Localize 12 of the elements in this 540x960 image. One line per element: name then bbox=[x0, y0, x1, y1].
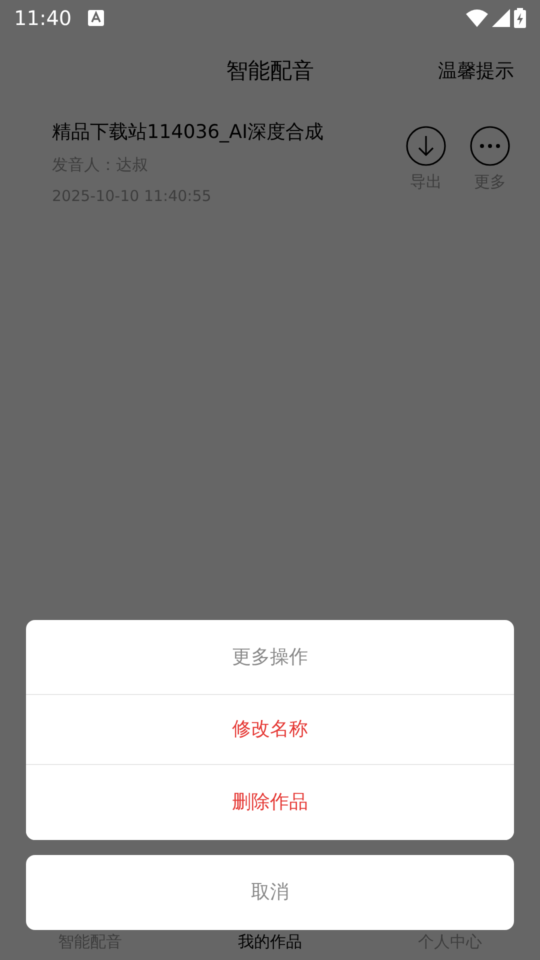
signal-icon bbox=[492, 9, 510, 27]
nav-tab[interactable]: 我的作品 bbox=[180, 930, 360, 954]
download-icon bbox=[406, 126, 446, 166]
more-icon bbox=[470, 126, 510, 166]
battery-icon bbox=[514, 8, 526, 28]
status-time: 11:40 bbox=[14, 5, 72, 32]
tips-link[interactable]: 温馨提示 bbox=[438, 56, 514, 86]
cancel-button[interactable]: 取消 bbox=[26, 855, 514, 930]
page-title: 智能配音 bbox=[226, 58, 314, 86]
notification-icon bbox=[88, 10, 104, 26]
work-title: 精品下载站114036_AI深度合成 bbox=[52, 120, 324, 145]
wifi-icon bbox=[466, 9, 488, 27]
